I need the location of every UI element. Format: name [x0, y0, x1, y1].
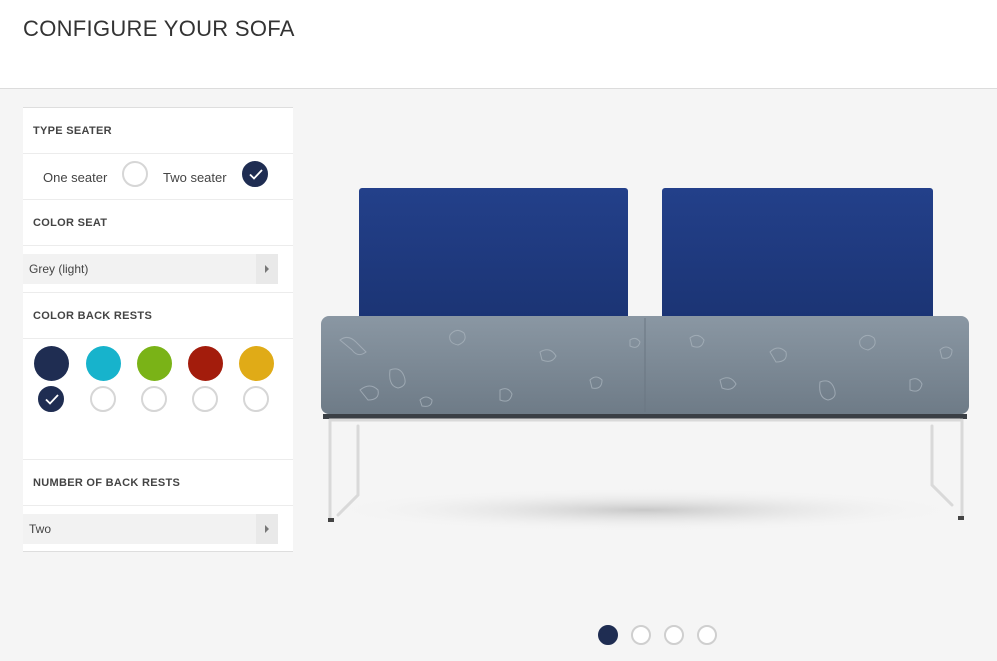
header: CONFIGURE YOUR SOFA [0, 0, 997, 89]
number-back-rests-heading-label: NUMBER OF BACK RESTS [33, 477, 181, 489]
number-back-rests-select[interactable]: Two [23, 514, 278, 544]
carousel-dot[interactable] [631, 625, 651, 645]
color-seat-heading: COLOR SEAT [23, 200, 293, 246]
back-rest-color-swatch[interactable] [137, 346, 172, 381]
type-seater-options: One seater Two seater [23, 154, 293, 200]
back-rest-color-swatch[interactable] [239, 346, 274, 381]
carousel-dot[interactable] [697, 625, 717, 645]
color-back-rests-heading: COLOR BACK RESTS [23, 292, 293, 339]
one-seater-radio[interactable] [122, 161, 148, 187]
sofa-image [321, 188, 969, 532]
color-seat-select[interactable]: Grey (light) [23, 254, 278, 284]
chevron-right-icon [256, 514, 278, 544]
back-rest-color-radio[interactable] [90, 386, 116, 412]
page-title: CONFIGURE YOUR SOFA [23, 16, 295, 41]
one-seater-label: One seater [43, 170, 108, 185]
color-seat-heading-label: COLOR SEAT [33, 217, 108, 229]
carousel-dot[interactable] [664, 625, 684, 645]
back-rest-color-swatch[interactable] [34, 346, 69, 381]
back-rest-color-radio[interactable] [243, 386, 269, 412]
back-rest-color-swatch[interactable] [188, 346, 223, 381]
color-back-rests-heading-label: COLOR BACK RESTS [33, 310, 153, 322]
back-rest-color-swatch[interactable] [86, 346, 121, 381]
carousel-dots [598, 625, 728, 647]
number-back-rests-heading: NUMBER OF BACK RESTS [23, 459, 293, 506]
configurator-panel: TYPE SEATER One seater Two seater COLOR … [23, 107, 293, 552]
product-viewer [300, 90, 997, 610]
two-seater-radio[interactable] [242, 161, 268, 187]
back-rest-color-radio[interactable] [192, 386, 218, 412]
check-icon [45, 394, 59, 405]
two-seater-label: Two seater [163, 170, 227, 185]
back-rest-color-radio[interactable] [38, 386, 64, 412]
chevron-right-icon [256, 254, 278, 284]
type-seater-heading: TYPE SEATER [23, 108, 293, 154]
back-rest-color-radio[interactable] [141, 386, 167, 412]
number-back-rests-value: Two [29, 522, 52, 536]
carousel-dot[interactable] [598, 625, 618, 645]
check-icon [249, 169, 263, 180]
type-seater-heading-label: TYPE SEATER [33, 125, 112, 137]
color-seat-value: Grey (light) [29, 262, 89, 276]
